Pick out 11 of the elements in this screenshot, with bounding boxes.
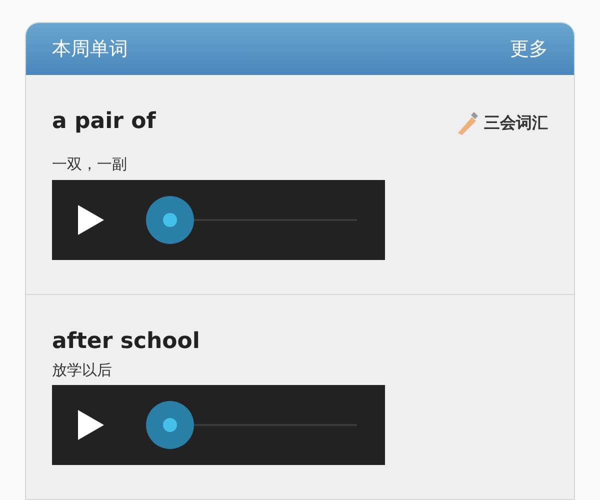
word-meaning: 一双，一副	[52, 154, 128, 175]
section-title: 本周单词	[52, 36, 128, 62]
word-tag: 三会词汇	[484, 111, 548, 135]
play-button[interactable]	[76, 202, 106, 236]
word-meaning: 放学以后	[52, 360, 113, 381]
word-title: after school	[52, 328, 200, 355]
word-title: a pair of	[52, 109, 156, 136]
seek-thumb[interactable]	[146, 401, 194, 450]
play-button[interactable]	[76, 408, 106, 442]
seek-thumb[interactable]	[146, 196, 194, 244]
more-link[interactable]: 更多	[510, 34, 548, 64]
